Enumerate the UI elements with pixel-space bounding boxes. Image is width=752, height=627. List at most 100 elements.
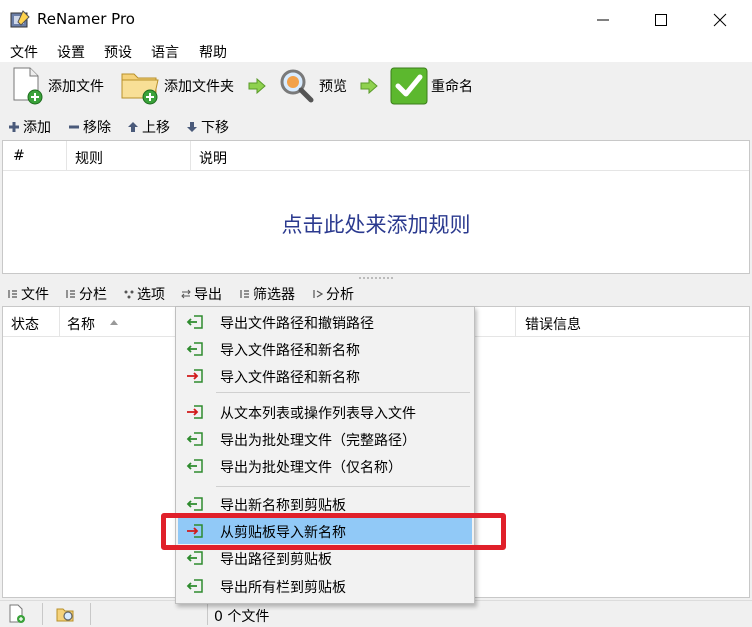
menu-item-label: 导出为批处理文件（完整路径） xyxy=(220,433,416,449)
move-up-button[interactable]: 上移 xyxy=(127,117,170,137)
close-icon xyxy=(713,13,727,27)
analyze-icon xyxy=(313,290,323,298)
add-rule-hint[interactable]: 点击此处来添加规则 xyxy=(3,209,749,239)
menu-export-batch-names[interactable]: 导出为批处理文件（仅名称） xyxy=(178,453,472,479)
add-files-label: 添加文件 xyxy=(48,79,104,95)
export-green-icon xyxy=(186,315,203,329)
col-status[interactable]: 状态 xyxy=(11,314,39,334)
add-folders-label: 添加文件夹 xyxy=(164,79,234,95)
menu-item-label: 导出为批处理文件（仅名称） xyxy=(220,460,402,476)
remove-rule-label: 移除 xyxy=(83,120,111,136)
menu-item-label: 导入文件路径和新名称 xyxy=(220,343,360,359)
rules-table-header: # 规则 说明 xyxy=(3,141,749,171)
minus-icon xyxy=(69,125,79,129)
arrow-right-icon xyxy=(248,78,266,94)
checkmark-icon xyxy=(390,67,428,105)
add-folder-small-icon[interactable] xyxy=(56,604,76,624)
arrow-right-icon xyxy=(360,78,378,94)
menu-import-paths-names-2[interactable]: 导入文件路径和新名称 xyxy=(178,363,472,389)
analyze-menu-label: 分析 xyxy=(326,287,354,303)
move-down-button[interactable]: 下移 xyxy=(186,117,229,137)
move-up-label: 上移 xyxy=(142,120,170,136)
menu-import-paths-names-1[interactable]: 导入文件路径和新名称 xyxy=(178,336,472,362)
analyze-menu-button[interactable]: 分析 xyxy=(313,284,354,304)
import-red-icon xyxy=(187,405,203,419)
export-green-icon xyxy=(186,551,203,565)
menu-item-label: 导出路径到剪贴板 xyxy=(220,552,332,568)
rules-toolbar: 添加 移除 上移 下移 xyxy=(0,112,752,140)
add-folders-button[interactable]: 添加文件夹 xyxy=(120,66,234,106)
col-number[interactable]: # xyxy=(13,148,25,164)
menu-presets[interactable]: 预设 xyxy=(104,42,132,62)
export-menu-label: 导出 xyxy=(194,287,222,303)
arrow-down-icon xyxy=(187,122,197,132)
import-red-icon xyxy=(187,369,203,383)
menu-item-label: 导入文件路径和新名称 xyxy=(220,370,360,386)
menu-language[interactable]: 语言 xyxy=(151,42,179,62)
files-toolbar: 文件 分栏 选项 导出 筛选器 分析 xyxy=(0,280,752,306)
rename-label: 重命名 xyxy=(431,79,473,95)
renamer-app-icon xyxy=(10,10,30,28)
export-green-icon xyxy=(186,342,203,356)
menu-settings[interactable]: 设置 xyxy=(57,42,85,62)
main-toolbar: 添加文件 添加文件夹 预览 重命名 xyxy=(0,62,752,110)
export-green-icon xyxy=(186,579,203,593)
minimize-icon xyxy=(597,19,609,21)
add-rule-label: 添加 xyxy=(23,120,51,136)
options-menu-button[interactable]: 选项 xyxy=(124,284,165,304)
menu-file[interactable]: 文件 xyxy=(10,42,38,62)
filter-icon xyxy=(240,290,249,298)
close-button[interactable] xyxy=(697,0,743,40)
files-menu-label: 文件 xyxy=(21,287,49,303)
col-name[interactable]: 名称 xyxy=(67,314,95,334)
export-dropdown-menu: 导出文件路径和撤销路径 导入文件路径和新名称 导入文件路径和新名称 从文本列表或… xyxy=(175,306,475,604)
menu-help[interactable]: 帮助 xyxy=(199,42,227,62)
filters-menu-button[interactable]: 筛选器 xyxy=(240,284,295,304)
columns-icon xyxy=(66,290,75,298)
col-description[interactable]: 说明 xyxy=(199,148,227,168)
export-green-icon xyxy=(186,459,203,473)
add-file-icon xyxy=(13,67,43,105)
col-error[interactable]: 错误信息 xyxy=(525,314,581,334)
menu-item-label: 从文本列表或操作列表导入文件 xyxy=(220,406,416,422)
export-menu-button[interactable]: 导出 xyxy=(181,284,222,304)
menu-import-from-text-list[interactable]: 从文本列表或操作列表导入文件 xyxy=(178,399,472,425)
menu-bar: 文件 设置 预设 语言 帮助 xyxy=(0,40,752,62)
rename-button[interactable]: 重命名 xyxy=(389,66,473,106)
add-file-small-icon[interactable] xyxy=(7,604,27,624)
maximize-icon xyxy=(655,14,667,26)
annotation-highlight-box xyxy=(161,513,506,550)
export-green-icon xyxy=(186,497,203,511)
window-title: ReNamer Pro xyxy=(37,10,135,28)
minimize-button[interactable] xyxy=(580,0,626,40)
filters-menu-label: 筛选器 xyxy=(253,287,295,303)
add-files-button[interactable]: 添加文件 xyxy=(10,66,104,106)
rules-table[interactable]: # 规则 说明 点击此处来添加规则 xyxy=(2,140,750,274)
magnifier-icon xyxy=(280,69,314,103)
options-icon xyxy=(124,290,134,299)
options-menu-label: 选项 xyxy=(137,287,165,303)
file-count: 0 个文件 xyxy=(214,609,270,625)
add-rule-button[interactable]: 添加 xyxy=(8,117,51,137)
status-bar: 0 个文件 xyxy=(0,600,752,627)
menu-item-label: 导出文件路径和撤销路径 xyxy=(220,316,374,332)
menu-item-label: 导出所有栏到剪贴板 xyxy=(220,580,346,596)
export-green-icon xyxy=(186,432,203,446)
menu-item-label: 导出新名称到剪贴板 xyxy=(220,498,346,514)
remove-rule-button[interactable]: 移除 xyxy=(68,117,111,137)
plus-icon xyxy=(9,122,19,132)
files-menu-button[interactable]: 文件 xyxy=(8,284,49,304)
title-bar: ReNamer Pro xyxy=(0,0,752,40)
menu-export-batch-full[interactable]: 导出为批处理文件（完整路径） xyxy=(178,426,472,452)
columns-menu-label: 分栏 xyxy=(79,287,107,303)
menu-export-paths-undo[interactable]: 导出文件路径和撤销路径 xyxy=(178,309,472,335)
add-folder-icon xyxy=(121,73,159,105)
columns-menu-button[interactable]: 分栏 xyxy=(66,284,107,304)
list-icon xyxy=(8,290,17,298)
preview-label: 预览 xyxy=(319,79,347,95)
arrow-up-icon xyxy=(128,122,138,132)
col-rule[interactable]: 规则 xyxy=(75,148,103,168)
menu-export-allcols-clipboard[interactable]: 导出所有栏到剪贴板 xyxy=(178,573,472,599)
preview-button[interactable]: 预览 xyxy=(277,66,347,106)
maximize-button[interactable] xyxy=(638,0,684,40)
